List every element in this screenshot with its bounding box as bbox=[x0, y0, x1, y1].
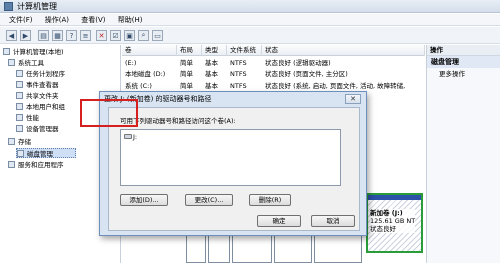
add-button[interactable]: 添加(D)... bbox=[120, 194, 168, 206]
close-button[interactable]: ✕ bbox=[345, 94, 361, 104]
properties-icon[interactable]: ▦ bbox=[52, 30, 63, 41]
cancel-button[interactable]: 取消 bbox=[311, 215, 355, 227]
tree-item-shared-folders[interactable]: 共享文件夹 bbox=[16, 91, 59, 101]
menu-action[interactable]: 操作(A) bbox=[40, 14, 74, 26]
drive-path-listbox[interactable]: J: bbox=[120, 129, 341, 186]
tree-item-services-apps[interactable]: 服务和应用程序 bbox=[8, 160, 64, 170]
event-log-icon bbox=[16, 81, 23, 88]
folder-icon[interactable]: ▤ bbox=[38, 30, 49, 41]
column-filesystem[interactable]: 文件系统 bbox=[227, 45, 262, 56]
drive-icon bbox=[124, 134, 132, 139]
storage-icon bbox=[8, 138, 15, 145]
new-volume-status: 状态良好 bbox=[370, 225, 396, 233]
column-volume[interactable]: 卷 bbox=[122, 45, 177, 56]
tree-item-event-viewer[interactable]: 事件查看器 bbox=[16, 80, 59, 90]
new-volume-partition[interactable]: 新加卷 (J:) 125.61 GB NT 状态良好 bbox=[366, 193, 423, 253]
menu-file[interactable]: 文件(F) bbox=[0, 14, 38, 26]
ok-button[interactable]: 确定 bbox=[257, 215, 301, 227]
toolbar: ◀ ▶ ▤ ▦ ? ≡ ✕ ☑ ▣ ⌕ ▭ bbox=[0, 27, 500, 44]
tree-item-task-scheduler[interactable]: 任务计划程序 bbox=[16, 69, 65, 79]
tools-icon bbox=[8, 59, 15, 66]
change-drive-letter-dialog: 更改 J: (新加卷) 的驱动器号和路径 ✕ 可用下列驱动器号和路径访问这个卷(… bbox=[99, 91, 367, 236]
new-volume-name: 新加卷 (J:) bbox=[370, 209, 403, 217]
clock-icon bbox=[16, 70, 23, 77]
device-manager-icon bbox=[16, 125, 23, 132]
computer-management-icon bbox=[4, 2, 13, 11]
table-row[interactable]: (E:) 简单 基本 NTFS 状态良好 (逻辑驱动器) bbox=[122, 58, 425, 69]
help-icon[interactable]: ? bbox=[66, 30, 77, 41]
remove-button[interactable]: 删除(R) bbox=[249, 194, 291, 206]
tree-item-computer-management[interactable]: 计算机管理(本地) bbox=[3, 47, 64, 57]
dialog-description: 可用下列驱动器号和路径访问这个卷(A): bbox=[120, 117, 236, 125]
tree-item-device-manager[interactable]: 设备管理器 bbox=[16, 124, 59, 134]
delete-icon[interactable]: ✕ bbox=[96, 30, 107, 41]
column-layout[interactable]: 布局 bbox=[177, 45, 202, 56]
column-status[interactable]: 状态 bbox=[262, 45, 425, 56]
disk-icon bbox=[17, 150, 24, 157]
actions-header: 操作 bbox=[427, 45, 500, 56]
column-type[interactable]: 类型 bbox=[202, 45, 227, 56]
search-icon[interactable]: ⌕ bbox=[138, 30, 149, 41]
performance-icon bbox=[16, 114, 23, 121]
actions-pane: 操作 磁盘管理 更多操作 bbox=[426, 45, 500, 263]
menu-help[interactable]: 帮助(H) bbox=[113, 14, 148, 26]
tree-item-disk-management[interactable]: 磁盘管理 bbox=[16, 148, 76, 158]
tree-item-local-users[interactable]: 本地用户和组 bbox=[16, 102, 65, 112]
back-arrow-icon[interactable]: ◀ bbox=[6, 30, 17, 41]
services-icon bbox=[8, 161, 15, 168]
drive-icon[interactable]: ▭ bbox=[152, 30, 163, 41]
menu-bar: 文件(F) 操作(A) 查看(V) 帮助(H) bbox=[0, 14, 500, 26]
change-button[interactable]: 更改(C)... bbox=[185, 194, 233, 206]
tree-item-performance[interactable]: 性能 bbox=[16, 113, 39, 123]
menu-view[interactable]: 查看(V) bbox=[76, 14, 110, 26]
window-titlebar: 计算机管理 bbox=[0, 0, 500, 13]
more-actions-link[interactable]: 更多操作 bbox=[427, 68, 500, 80]
table-row[interactable]: 本地磁盘 (D:) 简单 基本 NTFS 状态良好 (页面文件, 主分区) bbox=[122, 69, 425, 80]
list-item[interactable]: J: bbox=[124, 133, 137, 141]
dialog-body: 可用下列驱动器号和路径访问这个卷(A): J: 添加(D)... 更改(C)..… bbox=[108, 107, 360, 231]
actions-section-disk-management[interactable]: 磁盘管理 bbox=[427, 56, 500, 68]
window-title: 计算机管理 bbox=[17, 2, 57, 11]
users-icon bbox=[16, 103, 23, 110]
dialog-title: 更改 J: (新加卷) 的驱动器号和路径 bbox=[104, 95, 212, 103]
list-view-icon[interactable]: ≡ bbox=[80, 30, 91, 41]
forward-arrow-icon[interactable]: ▶ bbox=[20, 30, 31, 41]
shared-folder-icon bbox=[16, 92, 23, 99]
checklist-icon[interactable]: ☑ bbox=[110, 30, 121, 41]
open-folder-icon[interactable]: ▣ bbox=[124, 30, 135, 41]
computer-icon bbox=[3, 48, 10, 55]
tree-item-storage[interactable]: 存储 bbox=[8, 137, 31, 147]
tree-item-system-tools[interactable]: 系统工具 bbox=[8, 58, 44, 68]
new-volume-size: 125.61 GB NT bbox=[370, 217, 416, 225]
volume-list-header: 卷 布局 类型 文件系统 状态 bbox=[122, 45, 425, 56]
